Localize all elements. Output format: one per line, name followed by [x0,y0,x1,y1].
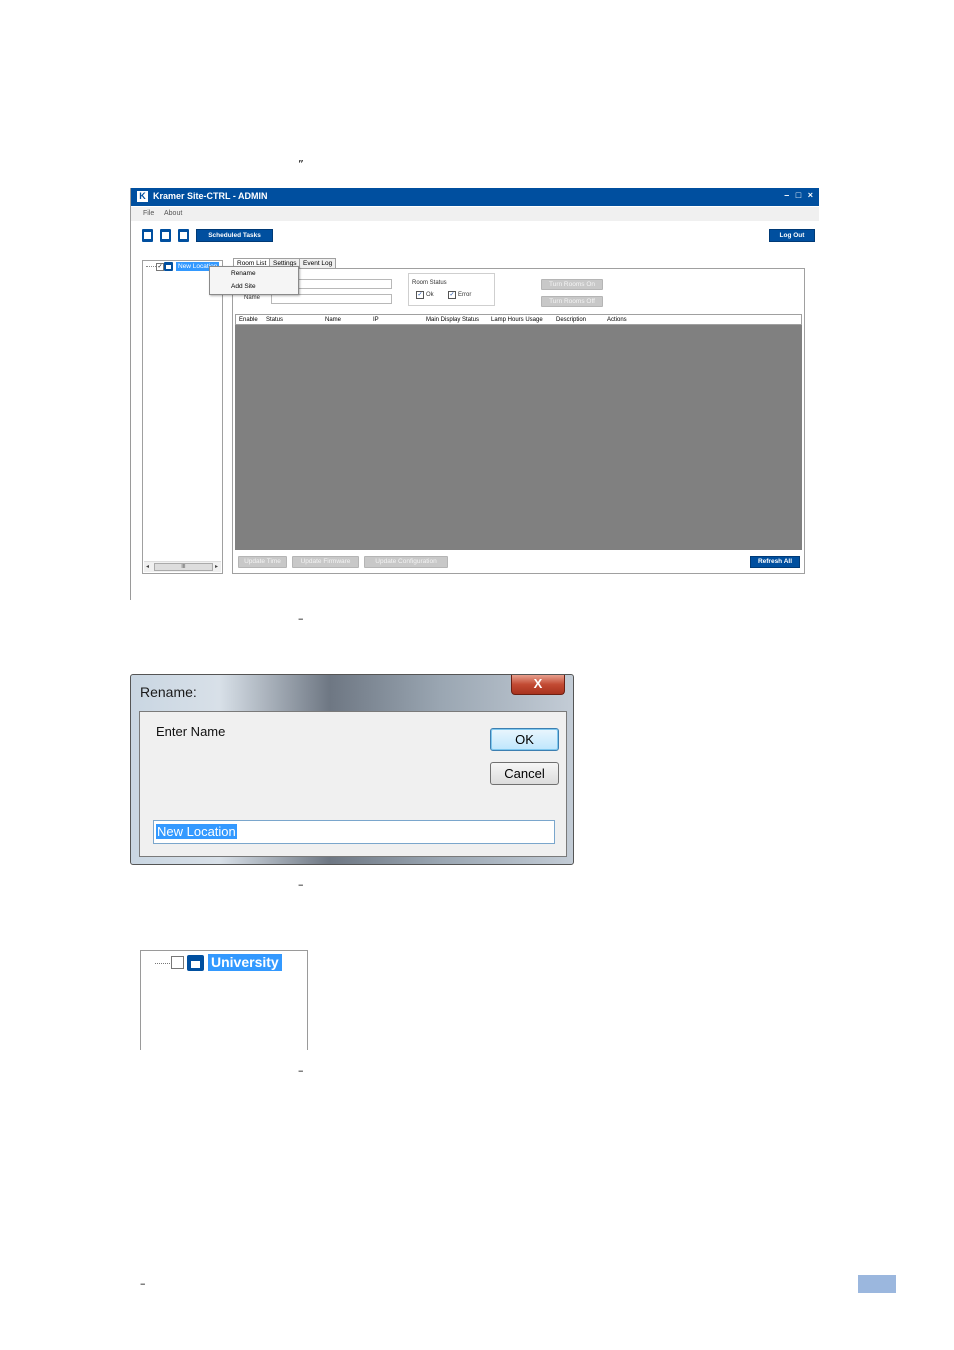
window-controls[interactable]: – □ × [784,190,815,200]
tree-node-label[interactable]: University [208,954,282,971]
name-input[interactable]: New Location [153,820,555,844]
update-firmware-button[interactable]: Update Firmware [292,556,359,568]
error-label: Error [458,292,472,298]
window-title: Kramer Site-CTRL - ADMIN [153,191,268,201]
update-time-button[interactable]: Update Time [238,556,287,568]
page-number-badge [858,1275,896,1293]
name-input-value: New Location [156,824,237,839]
room-status-label: Room Status [412,280,447,286]
room-grid-body[interactable] [235,325,802,550]
scheduled-tasks-button[interactable]: Scheduled Tasks [196,229,273,242]
scroll-left-icon[interactable]: ◂ [146,563,149,570]
refresh-all-button[interactable]: Refresh All [750,556,800,568]
scroll-thumb[interactable]: III [154,563,213,571]
dash-mark: – [298,612,304,625]
new-file-icon[interactable] [142,229,153,242]
main-window: K Kramer Site-CTRL - ADMIN – □ × File Ab… [130,188,819,600]
menu-file[interactable]: File [143,210,154,217]
name-filter-label: Name [244,295,261,301]
tree-node-checkbox[interactable] [171,956,184,969]
ok-button[interactable]: OK [490,728,559,751]
ok-checkbox[interactable]: ✓ [416,291,424,299]
title-bar: K Kramer Site-CTRL - ADMIN – □ × [131,188,819,206]
turn-rooms-on-button[interactable]: Turn Rooms On [541,279,603,290]
dash-mark: – [298,878,304,891]
column-header[interactable]: IP [373,317,379,323]
tree-connector [146,266,156,267]
menu-bar: File About [131,207,819,221]
error-checkbox[interactable]: ✓ [448,291,456,299]
context-menu: Rename Add Site [209,266,299,295]
home-icon [187,955,204,971]
kramer-logo-icon: K [137,191,148,202]
close-button[interactable]: X [511,675,565,695]
room-grid-header: Enable Status Name IP Main Display Statu… [235,314,802,325]
column-header[interactable]: Description [556,317,586,323]
column-header[interactable]: Name [325,317,341,323]
tree-scrollbar[interactable]: ◂ III ▸ [144,561,221,572]
location-tree-renamed: University [140,950,308,1050]
rename-dialog: Rename: X Enter Name OK Cancel New Locat… [130,674,574,865]
ok-label: Ok [426,292,434,298]
column-header[interactable]: Status [266,317,283,323]
column-header[interactable]: Lamp Hours Usage [491,317,543,323]
dialog-title: Rename: [140,684,197,700]
context-menu-rename[interactable]: Rename [231,270,256,277]
menu-about[interactable]: About [164,210,182,217]
column-header[interactable]: Actions [607,317,627,323]
tree-node-checkbox[interactable]: ✓ [156,263,164,271]
enter-name-label: Enter Name [156,724,226,739]
column-header[interactable]: Enable [239,317,258,323]
tab-event-log[interactable]: Event Log [299,258,337,268]
dash-mark: – [298,1064,304,1077]
name-filter-input[interactable] [271,294,392,304]
location-tree: ✓ New Location ◂ III ▸ [142,260,223,574]
dialog-body: Enter Name OK Cancel New Location [139,711,567,857]
log-out-button[interactable]: Log Out [769,229,815,242]
cancel-button[interactable]: Cancel [490,762,559,785]
update-configuration-button[interactable]: Update Configuration [364,556,448,568]
scroll-right-icon[interactable]: ▸ [215,563,218,570]
home-icon [164,262,173,271]
column-header[interactable]: Main Display Status [426,317,479,323]
context-menu-add-site[interactable]: Add Site [231,283,256,290]
open-folder-icon[interactable] [160,229,171,242]
turn-rooms-off-button[interactable]: Turn Rooms Off [541,296,603,307]
quote-mark: ” [298,158,304,171]
save-icon[interactable] [178,229,189,242]
dash-mark: – [140,1277,146,1290]
room-status-group [408,273,495,306]
